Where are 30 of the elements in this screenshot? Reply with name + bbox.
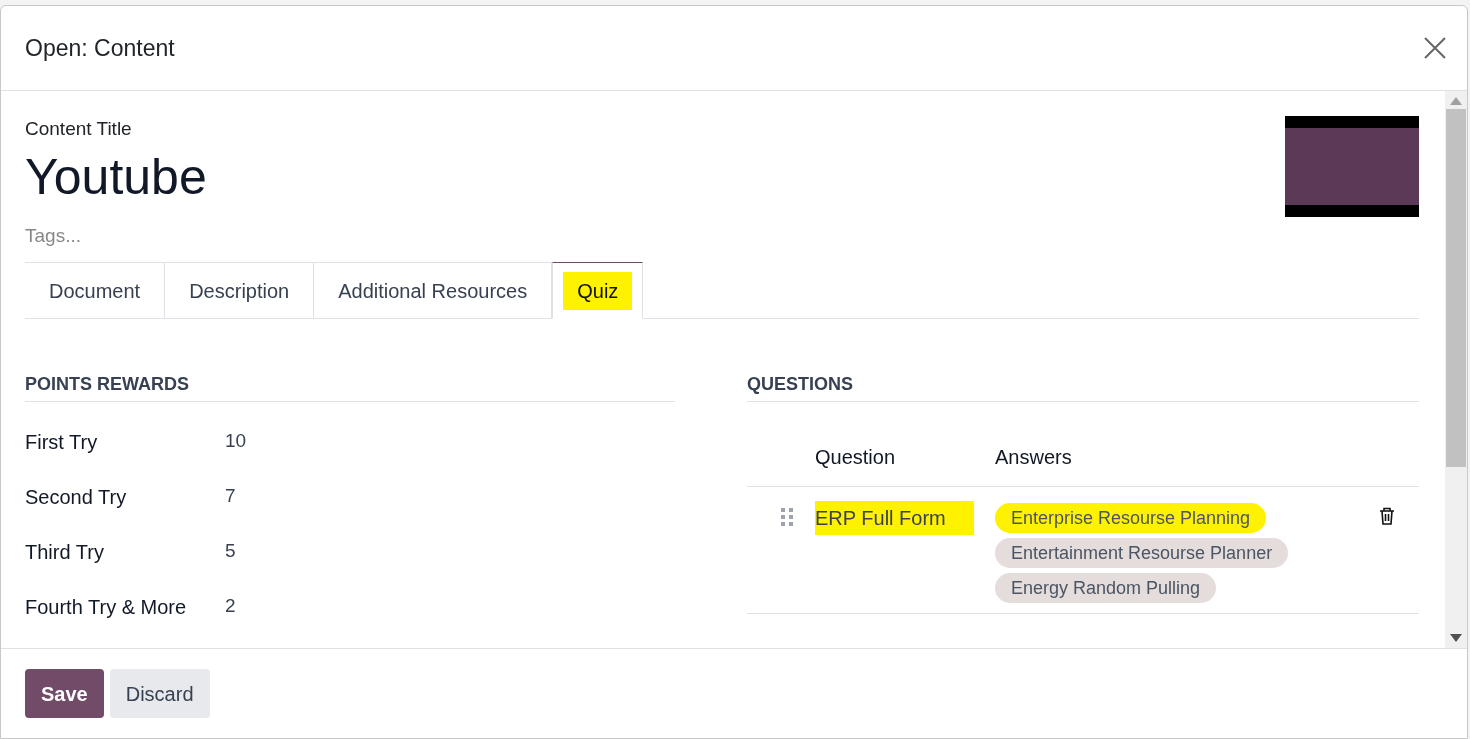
field-label: Third Try [25, 539, 105, 565]
discard-button[interactable]: Discard [109, 669, 210, 718]
tab[interactable]: Description [165, 262, 315, 318]
points-value[interactable]: 5 [225, 537, 236, 566]
title-value[interactable]: Youtube [25, 145, 425, 208]
tab[interactable]: Document [25, 262, 166, 318]
scroll-down-icon[interactable] [1450, 634, 1462, 642]
scrollbar[interactable] [1445, 91, 1467, 648]
section-heading: QUESTIONS [747, 371, 1419, 402]
save-button[interactable]: Save [25, 669, 104, 718]
points-value[interactable]: 10 [225, 427, 247, 456]
field-label: Content Title [25, 117, 133, 141]
close-icon[interactable] [1423, 36, 1447, 60]
answer-tag: Energy Random Pulling [995, 573, 1217, 603]
field-label: First Try [25, 429, 99, 455]
dialog-title: Open: Content [25, 33, 175, 63]
points-value[interactable]: 2 [225, 592, 236, 621]
scroll-up-icon[interactable] [1450, 97, 1462, 105]
field-label: Fourth Try & More [25, 594, 188, 620]
answer-tag: Enterprise Resourse Planning [995, 503, 1267, 533]
tab[interactable]: Quiz [552, 262, 644, 319]
column-header: Answers [995, 445, 1072, 470]
scrollbar-thumb[interactable] [1446, 109, 1466, 467]
tags-field[interactable]: Tags... [25, 221, 425, 250]
section-heading: POINTS REWARDS [25, 371, 675, 402]
points-value[interactable]: 7 [225, 482, 236, 511]
column-header: Question [815, 445, 897, 470]
trash-icon[interactable] [1379, 507, 1395, 525]
field-label: Second Try [25, 484, 128, 510]
answer-tag: Entertainment Resourse Planner [995, 538, 1289, 568]
